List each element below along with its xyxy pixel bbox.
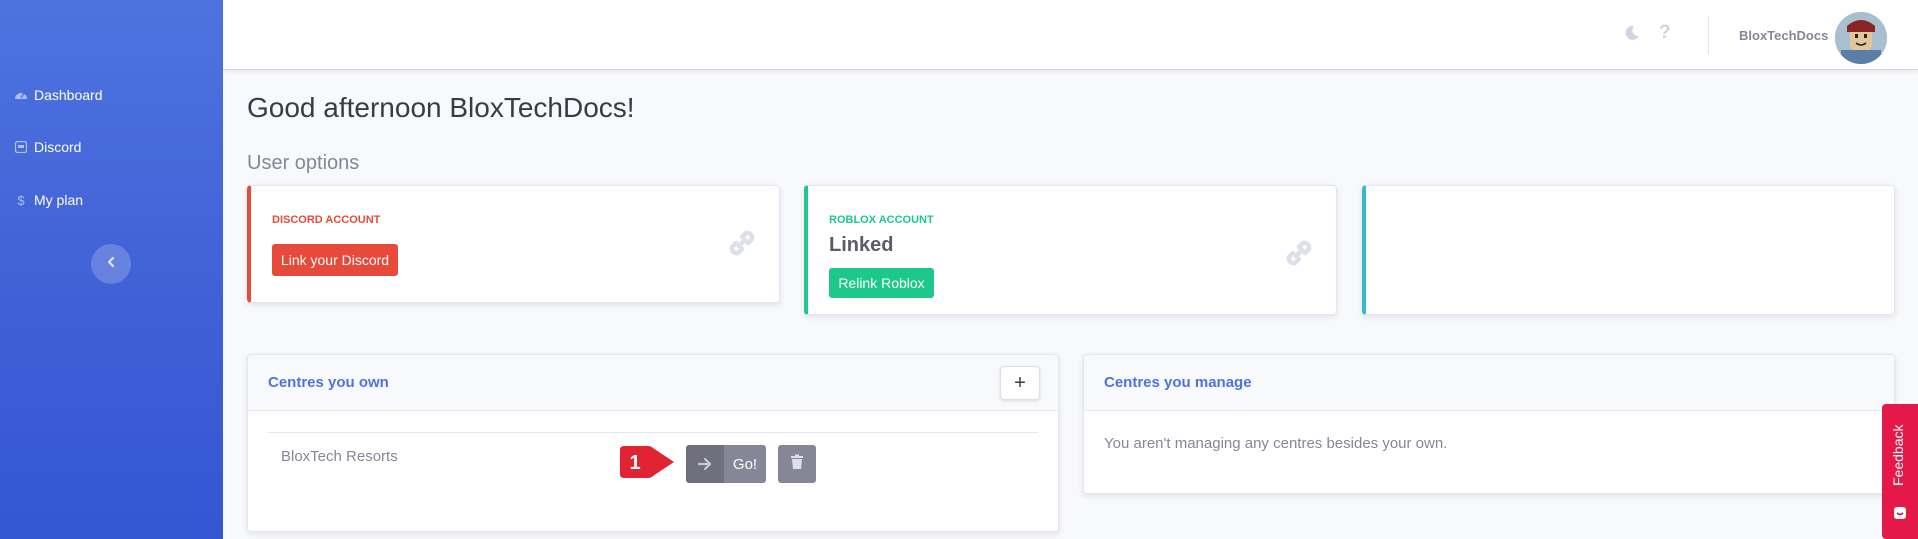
sidebar-item-dashboard[interactable]: Dashboard (14, 87, 103, 103)
centres-owned-panel: Centres you own + BloxTech Resorts Go! (247, 354, 1059, 532)
sidebar-item-my-plan[interactable]: $ My plan (14, 192, 83, 208)
add-centre-button[interactable]: + (1000, 366, 1040, 400)
go-button[interactable]: Go! (686, 445, 766, 483)
sidebar-item-label: Dashboard (34, 87, 103, 103)
sidebar: Dashboard Discord $ My plan (0, 0, 223, 539)
feedback-icon (1893, 506, 1907, 525)
arrow-right-icon (686, 445, 724, 483)
centre-name: BloxTech Resorts (281, 448, 398, 465)
discord-icon (14, 140, 28, 154)
centres-managed-title: Centres you manage (1104, 374, 1252, 391)
centres-managed-panel: Centres you manage You aren't managing a… (1083, 354, 1895, 494)
topbar-divider (1708, 16, 1709, 54)
sidebar-item-discord[interactable]: Discord (14, 139, 81, 155)
link-icon (725, 226, 759, 260)
moon-icon[interactable] (1623, 24, 1641, 48)
panel-header: Centres you own + (248, 355, 1058, 411)
roblox-account-card: ROBLOX ACCOUNT Linked Relink Roblox (804, 185, 1337, 315)
question-icon[interactable]: ? (1659, 22, 1671, 44)
feedback-tab[interactable]: Feedback (1882, 404, 1918, 539)
link-icon (1282, 236, 1316, 270)
sidebar-toggle-button[interactable] (91, 244, 131, 284)
topbar: ? BloxTechDocs (223, 0, 1918, 70)
roblox-status: Linked (829, 234, 894, 256)
chevron-left-icon (106, 255, 116, 273)
divider (268, 432, 1038, 433)
panel-header: Centres you manage (1084, 355, 1894, 411)
discord-account-label: DISCORD ACCOUNT (272, 214, 381, 226)
relink-roblox-button[interactable]: Relink Roblox (829, 268, 934, 298)
delete-centre-button[interactable] (778, 445, 816, 483)
centres-owned-title: Centres you own (268, 374, 389, 391)
discord-account-card: DISCORD ACCOUNT Link your Discord (247, 185, 780, 303)
roblox-account-label: ROBLOX ACCOUNT (829, 214, 934, 226)
sidebar-item-label: My plan (34, 192, 84, 208)
dollar-icon: $ (17, 192, 25, 208)
empty-option-card (1362, 185, 1895, 315)
annotation-marker: 1 (618, 444, 676, 485)
trash-icon (790, 454, 804, 475)
gauge-icon (14, 88, 28, 102)
avatar[interactable] (1835, 12, 1887, 64)
sidebar-item-label: Discord (34, 139, 82, 155)
feedback-label: Feedback (1890, 424, 1906, 486)
page-title: Good afternoon BloxTechDocs! (247, 92, 635, 123)
section-title-user-options: User options (247, 152, 360, 174)
annotation-number: 1 (629, 452, 640, 474)
link-discord-button[interactable]: Link your Discord (272, 244, 398, 276)
empty-state-text: You aren't managing any centres besides … (1104, 435, 1448, 452)
username[interactable]: BloxTechDocs (1739, 28, 1828, 43)
go-button-label: Go! (724, 445, 766, 483)
